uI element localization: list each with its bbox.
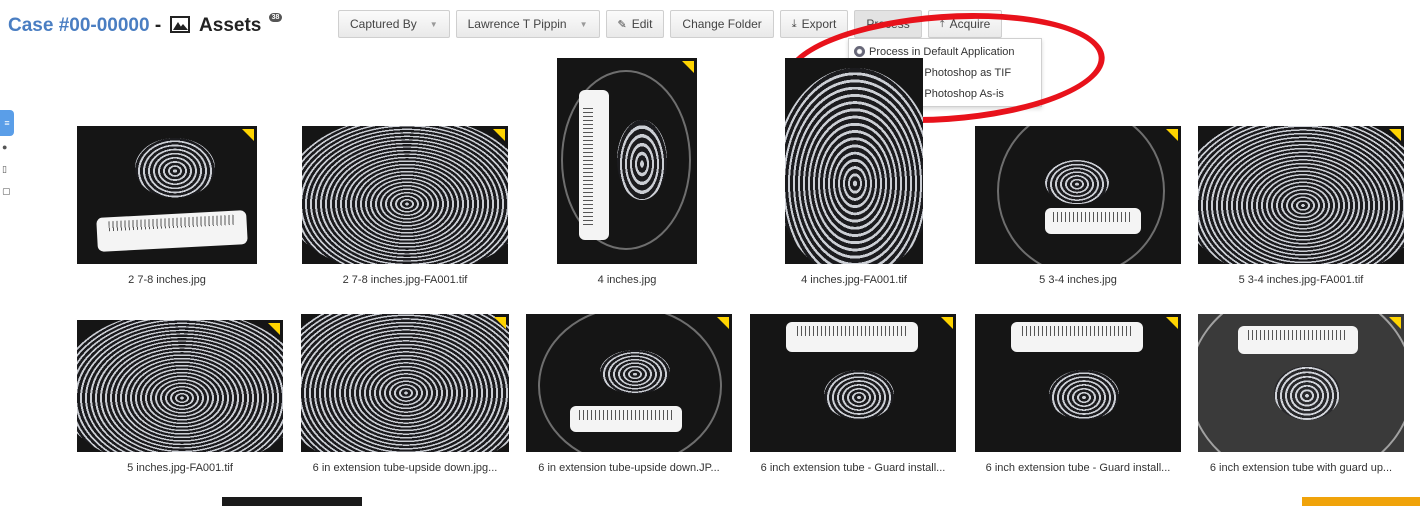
case-link[interactable]: Case #00-00000	[8, 15, 150, 36]
asset-name[interactable]: 6 inch extension tube - Guard install...	[975, 462, 1181, 474]
page-title: Case #00-00000 - Assets 38	[8, 13, 283, 37]
asset-thumbnail[interactable]	[557, 58, 697, 264]
asset-tile[interactable]: 6 inch extension tube - Guard install...	[750, 314, 956, 474]
asset-name[interactable]: 6 in extension tube-upside down.JP...	[526, 462, 732, 474]
asset-tile[interactable]: 5 3-4 inches.jpg-FA001.tif	[1198, 126, 1404, 286]
asset-thumbnail[interactable]	[975, 314, 1181, 452]
asset-thumbnail[interactable]	[526, 314, 732, 452]
menu-item-label: Process in Default Application	[869, 45, 1015, 58]
asset-thumbnail-partial[interactable]	[222, 497, 362, 506]
edit-label: Edit	[631, 17, 653, 31]
asset-thumbnail[interactable]	[1198, 314, 1404, 452]
asset-thumbnail[interactable]	[1198, 126, 1404, 264]
asset-thumbnail[interactable]	[301, 314, 509, 452]
captured-by-label: Captured By	[350, 17, 417, 31]
asset-tile[interactable]: 5 3-4 inches.jpg	[975, 126, 1181, 286]
asset-name[interactable]: 2 7-8 inches.jpg	[77, 274, 257, 286]
pencil-icon: ✎	[617, 18, 627, 31]
gear-icon	[854, 46, 865, 57]
asset-thumbnail[interactable]	[302, 126, 508, 264]
asset-tile[interactable]: 4 inches.jpg	[557, 58, 697, 286]
asset-tile[interactable]: 4 inches.jpg-FA001.tif	[785, 58, 923, 286]
asset-tile[interactable]: 6 in extension tube-upside down.jpg...	[301, 314, 509, 474]
change-folder-button[interactable]: Change Folder	[670, 10, 774, 38]
asset-name[interactable]: 5 3-4 inches.jpg-FA001.tif	[1198, 274, 1404, 286]
asset-thumbnail[interactable]	[77, 320, 283, 452]
toolbar: Captured By ▼ Lawrence T Pippin ▼ ✎ Edit…	[338, 10, 1003, 38]
caret-down-icon: ▼	[429, 19, 438, 29]
process-button[interactable]: Process	[854, 10, 922, 38]
left-rail: ≡ ● ▯ ▢	[0, 110, 14, 202]
asset-name[interactable]: 2 7-8 inches.jpg-FA001.tif	[302, 274, 508, 286]
asset-tile[interactable]: 6 inch extension tube - Guard install...	[975, 314, 1181, 474]
download-icon: ⤓	[791, 17, 797, 30]
asset-name[interactable]: 6 inch extension tube - Guard install...	[750, 462, 956, 474]
asset-tile[interactable]: 2 7-8 inches.jpg	[77, 126, 257, 286]
asset-name[interactable]: 4 inches.jpg	[557, 274, 697, 286]
asset-thumbnail[interactable]	[975, 126, 1181, 264]
asset-thumbnail[interactable]	[750, 314, 956, 452]
image-icon	[170, 16, 191, 33]
asset-thumbnail-partial[interactable]	[1302, 497, 1420, 506]
info-icon[interactable]: ●	[0, 136, 14, 158]
section-label: Assets	[199, 15, 262, 36]
panel-icon[interactable]: ▢	[0, 180, 14, 202]
captured-by-dropdown[interactable]: Captured By ▼	[338, 10, 450, 38]
asset-tile[interactable]: 5 inches.jpg-FA001.tif	[77, 320, 283, 474]
asset-name[interactable]: 6 in extension tube-upside down.jpg...	[301, 462, 509, 474]
user-dropdown[interactable]: Lawrence T Pippin ▼	[455, 10, 600, 38]
title-separator: -	[154, 15, 162, 36]
process-label: Process	[866, 17, 910, 31]
asset-count-badge: 38	[268, 13, 283, 22]
export-label: Export	[801, 17, 837, 31]
change-folder-label: Change Folder	[682, 17, 762, 31]
asset-tile[interactable]: 2 7-8 inches.jpg-FA001.tif	[302, 126, 508, 286]
acquire-button[interactable]: ⤒ Acquire	[927, 10, 1003, 38]
export-button[interactable]: ⤓ Export	[779, 10, 849, 38]
acquire-label: Acquire	[949, 17, 991, 31]
upload-icon: ⤒	[939, 17, 945, 30]
asset-name[interactable]: 4 inches.jpg-FA001.tif	[785, 274, 923, 286]
asset-thumbnail[interactable]	[785, 58, 923, 264]
asset-tile[interactable]: 6 in extension tube-upside down.JP...	[526, 314, 732, 474]
user-label: Lawrence T Pippin	[467, 17, 567, 31]
panel-icon[interactable]: ▯	[0, 158, 14, 180]
asset-name[interactable]: 5 inches.jpg-FA001.tif	[77, 462, 283, 474]
asset-tile[interactable]: 6 inch extension tube with guard up...	[1198, 314, 1404, 474]
edit-button[interactable]: ✎ Edit	[605, 10, 665, 38]
asset-name[interactable]: 5 3-4 inches.jpg	[975, 274, 1181, 286]
asset-name[interactable]: 6 inch extension tube with guard up...	[1198, 462, 1404, 474]
asset-thumbnail[interactable]	[77, 126, 257, 264]
caret-down-icon: ▼	[579, 19, 588, 29]
list-view-icon[interactable]: ≡	[0, 110, 14, 136]
